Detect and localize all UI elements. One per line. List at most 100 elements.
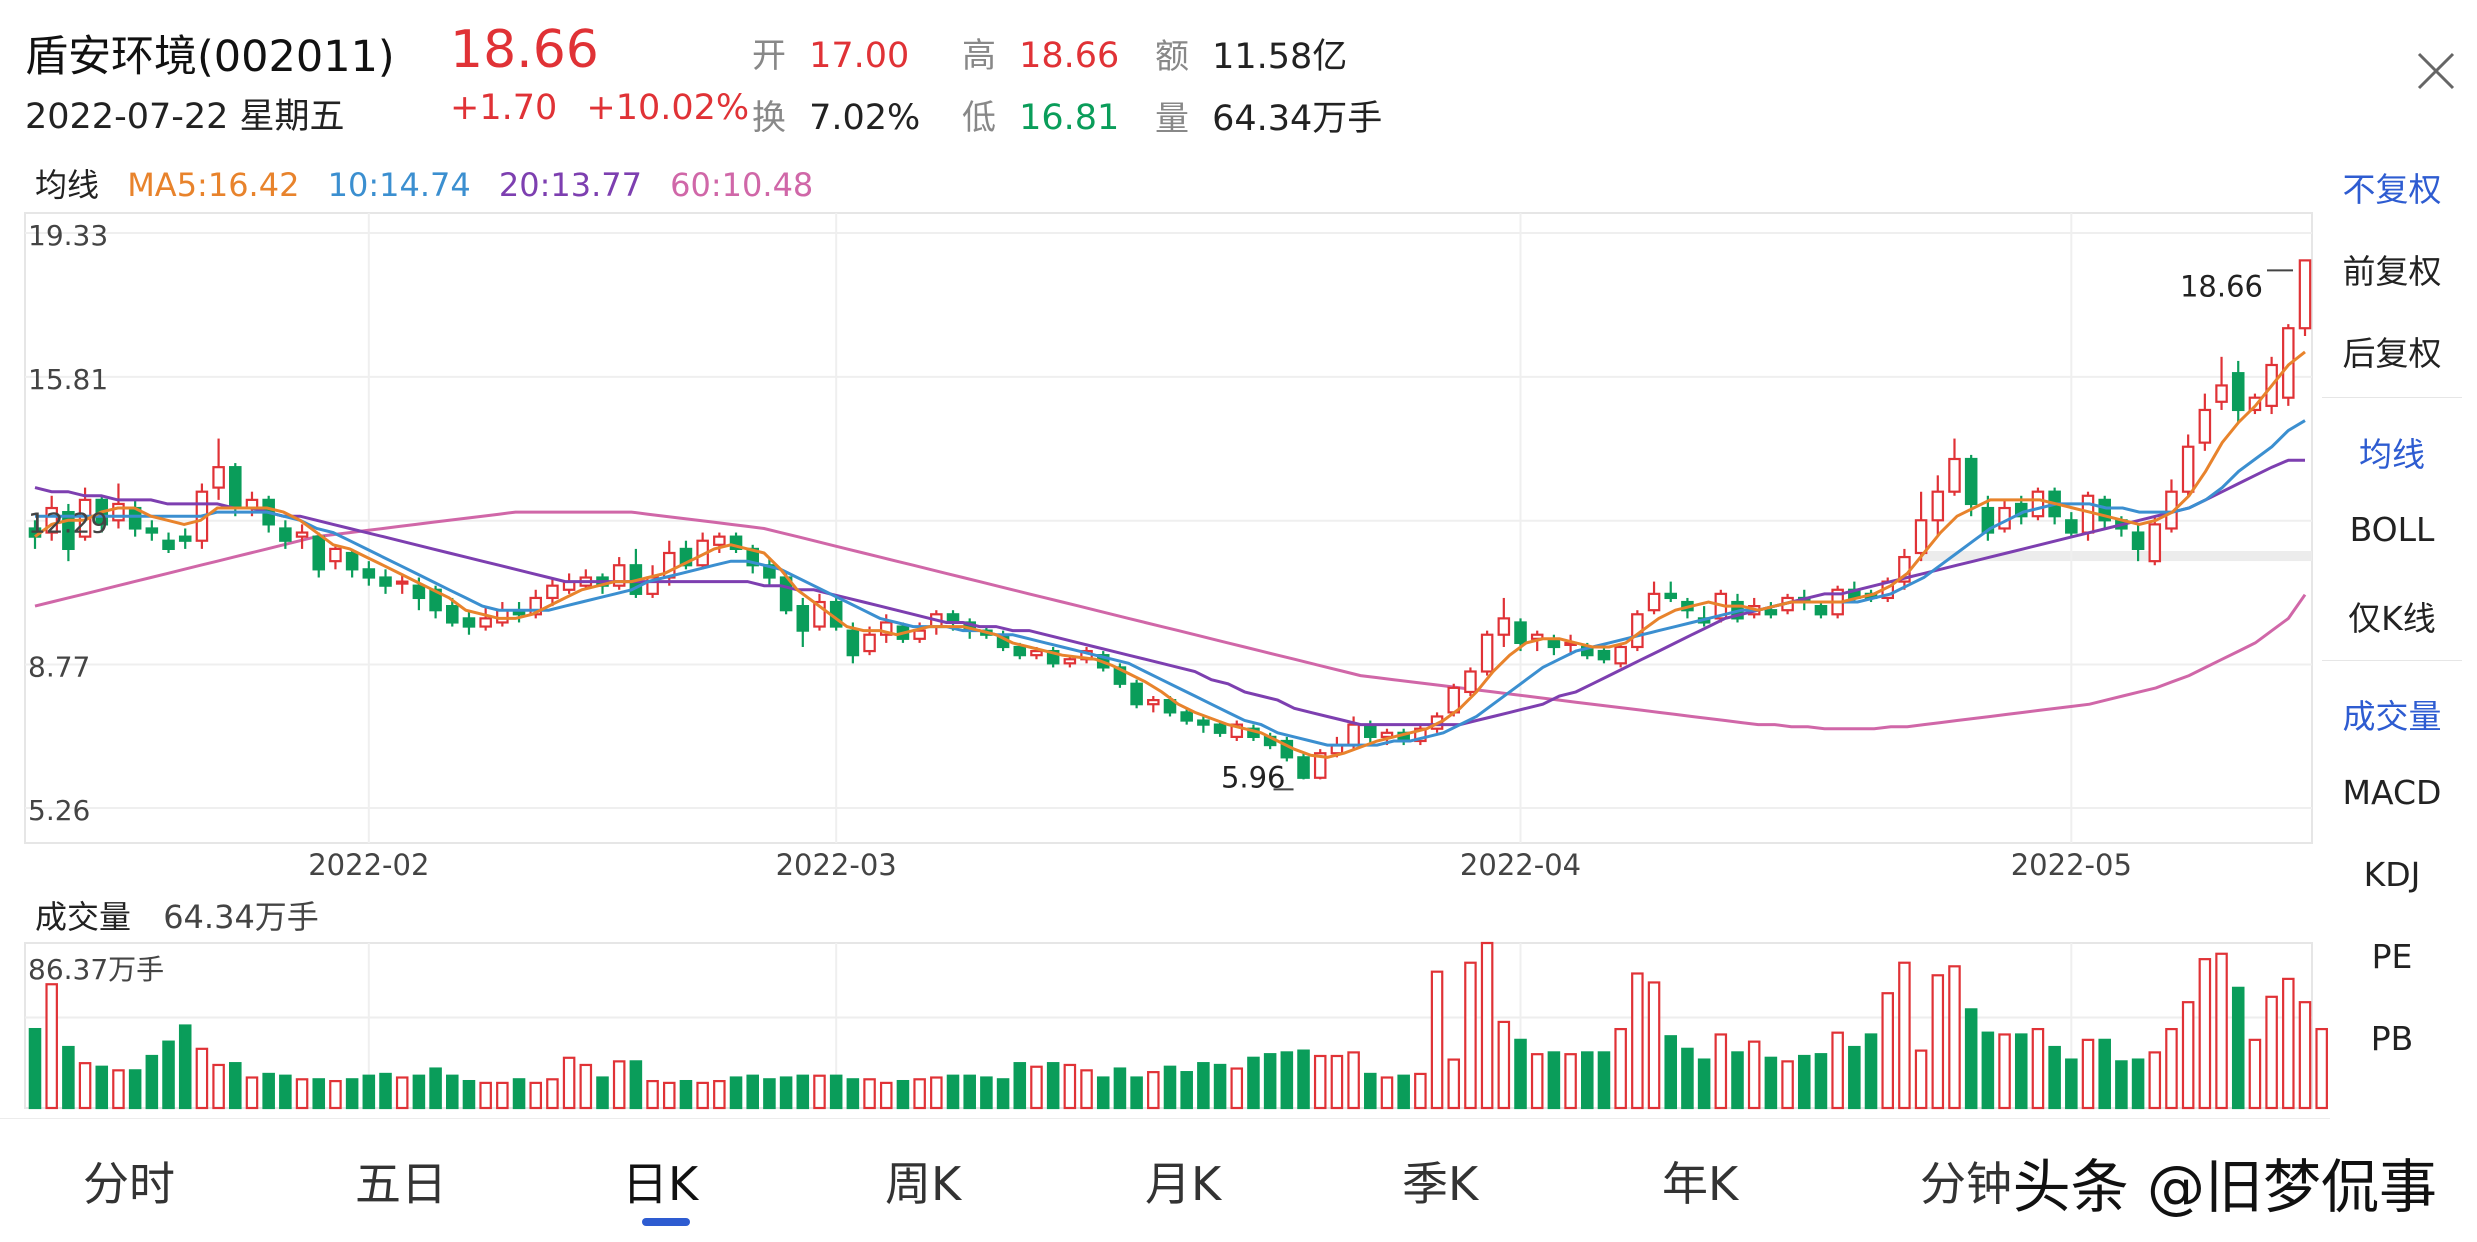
tab-weekly-k[interactable]: 周K [885, 1148, 961, 1214]
tab-five-day[interactable]: 五日 [355, 1148, 447, 1214]
volume-bar [1013, 1062, 1027, 1110]
volume-bar [1514, 1038, 1527, 1110]
candle-body [2081, 494, 2095, 534]
kline-chart[interactable]: 19.33 15.81 12.29 8.77 5.26 2022-02 2022-03 20… [0, 0, 2330, 1118]
volume-bar [1547, 1051, 1561, 1110]
candle-body [1814, 605, 1828, 616]
candle [1814, 602, 1828, 619]
candle [612, 557, 626, 590]
sidebar-item-ma[interactable]: 均线 [2322, 428, 2462, 476]
volume-bar [1313, 1054, 1327, 1110]
low-annotation: 5.96 [1221, 760, 1286, 794]
volume-bar [1147, 1071, 1160, 1110]
candle-body [145, 527, 159, 534]
candle-body [863, 633, 876, 653]
volume-bar [462, 1079, 476, 1110]
candle [1731, 593, 1744, 623]
volume-bar [345, 1078, 359, 1110]
high-annotation: 18.66 [2180, 269, 2263, 303]
tab-intraday[interactable]: 分时 [83, 1148, 175, 1214]
candle-body [1764, 609, 1778, 616]
candle [1147, 696, 1160, 713]
close-icon[interactable] [2413, 48, 2459, 94]
x-tick-label: 2022-03 [776, 848, 897, 882]
volume-bar [312, 1078, 326, 1110]
volume-bar [2031, 1027, 2045, 1110]
candle-body [1597, 649, 1611, 661]
candle-body [1063, 658, 1077, 665]
volume-bar [629, 1060, 643, 1110]
sidebar-item-pb[interactable]: PB [2322, 1019, 2462, 1058]
volume-bar [446, 1074, 459, 1110]
sidebar-item-forward-adjust[interactable]: 前复权 [2322, 245, 2462, 293]
volume-bar [1864, 1033, 1878, 1110]
volume-bar [45, 983, 58, 1110]
candle-body [162, 539, 175, 551]
candle [162, 532, 175, 553]
volume-bar [2165, 1027, 2178, 1110]
volume-bar [1380, 1076, 1394, 1110]
candle [2165, 479, 2178, 533]
tab-yearly-k[interactable]: 年K [1662, 1148, 1738, 1214]
candle [379, 569, 392, 594]
volume-bar [395, 1076, 409, 1110]
sidebar-item-kline-only[interactable]: 仅K线 [2322, 592, 2462, 640]
volume-bar [95, 1065, 109, 1110]
volume-bar [1964, 1008, 1978, 1110]
volume-bar [2282, 977, 2295, 1110]
volume-bar [846, 1078, 860, 1110]
tab-monthly-k[interactable]: 月K [1145, 1148, 1221, 1214]
x-tick-label: 2022-02 [308, 848, 429, 882]
volume-bar [1781, 1060, 1794, 1110]
sidebar-item-kdj[interactable]: KDJ [2322, 855, 2462, 894]
candle-body [178, 535, 192, 542]
candle [1697, 606, 1711, 627]
candle [1664, 581, 1678, 603]
volume-value: 64.34万手 [163, 898, 319, 936]
candle [813, 593, 826, 631]
candle-body [1364, 723, 1377, 738]
volume-bar [1046, 1062, 1060, 1110]
candle-body [112, 502, 125, 522]
candle [1597, 646, 1611, 664]
candle [178, 528, 192, 549]
candle-body [412, 584, 426, 600]
volume-bar [1714, 1033, 1728, 1110]
volume-bar [1230, 1067, 1244, 1110]
sidebar-item-backward-adjust[interactable]: 后复权 [2322, 327, 2462, 375]
candle [212, 438, 225, 500]
volume-panel-title: 成交量 64.34万手 [35, 892, 319, 938]
volume-bar [1213, 1063, 1227, 1110]
volume-bar [1447, 1058, 1461, 1110]
candle-body [1931, 490, 1945, 522]
candle [1280, 736, 1294, 762]
candle-body [1514, 621, 1527, 644]
tab-quarterly-k[interactable]: 季K [1402, 1148, 1478, 1214]
candle [1130, 679, 1143, 709]
sidebar-item-pe[interactable]: PE [2322, 937, 2462, 976]
sidebar-item-volume[interactable]: 成交量 [2322, 690, 2462, 738]
candle [329, 544, 342, 570]
candle [1998, 499, 2011, 533]
sidebar-item-no-adjust[interactable]: 不复权 [2322, 163, 2462, 211]
volume-bar [429, 1067, 442, 1110]
sidebar-item-macd[interactable]: MACD [2322, 773, 2462, 812]
volume-bar [1564, 1053, 1577, 1110]
volume-bar [546, 1078, 559, 1110]
tab-daily-k[interactable]: 日K [622, 1148, 698, 1214]
volume-bar [813, 1074, 826, 1110]
volume-bar [496, 1081, 509, 1110]
tab-minute[interactable]: 分钟 [1920, 1148, 2012, 1214]
volume-bar [612, 1060, 626, 1110]
candle-body [229, 466, 242, 510]
sidebar-item-boll[interactable]: BOLL [2322, 510, 2462, 549]
volume-bar [1414, 1072, 1427, 1110]
volume-bar [1797, 1054, 1811, 1110]
volume-bar [128, 1069, 142, 1110]
volume-bar [112, 1069, 125, 1110]
candle-body [2031, 490, 2045, 518]
volume-bar [562, 1056, 576, 1110]
candle [295, 524, 309, 549]
volume-bar [2081, 1038, 2095, 1110]
candle [696, 532, 709, 570]
